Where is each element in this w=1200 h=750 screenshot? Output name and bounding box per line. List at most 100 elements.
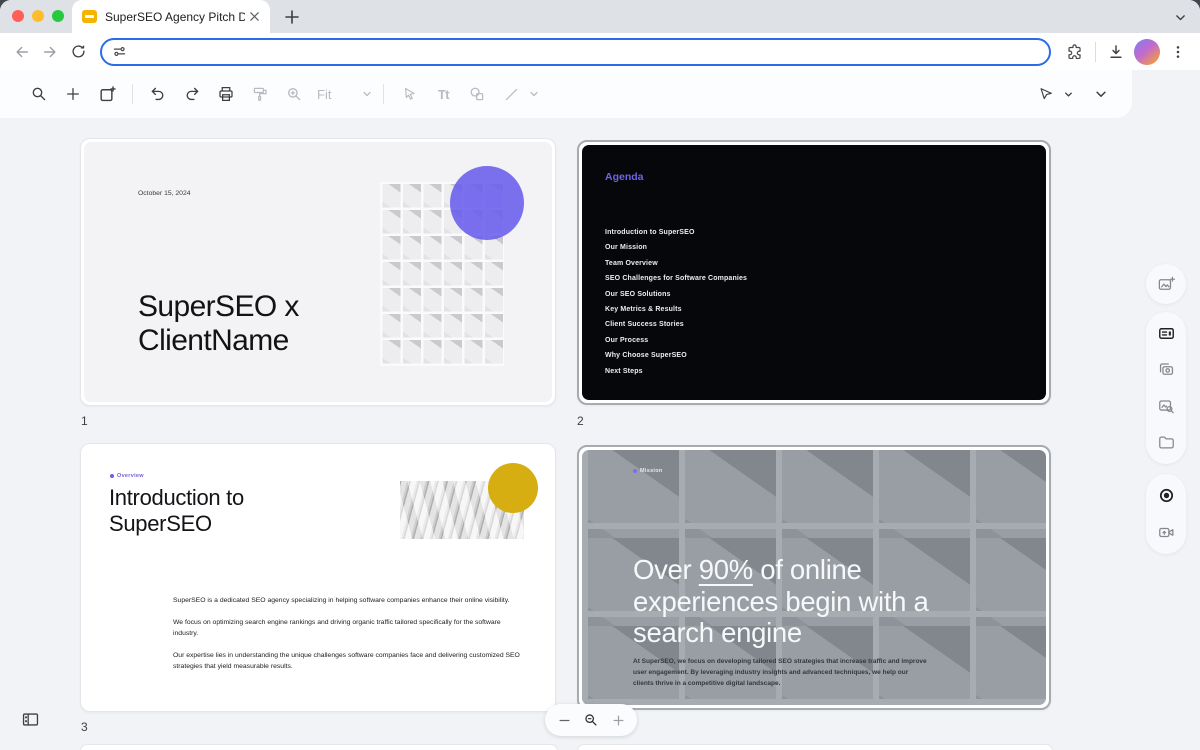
slide-3-tag: Overview (110, 473, 144, 479)
slide-3-paragraph: SuperSEO is a dedicated SEO agency speci… (173, 595, 525, 607)
slide-2: Agenda Introduction to SuperSEO Our Miss… (582, 145, 1046, 400)
tab-close-icon[interactable] (249, 11, 260, 22)
undo-icon[interactable] (145, 81, 171, 107)
slide-1-title-line2: ClientName (138, 324, 299, 358)
agenda-item: Team Overview (605, 260, 747, 275)
window-controls (12, 10, 64, 22)
rail-group-bottom (1146, 474, 1186, 554)
agenda-item: SEO Challenges for Software Companies (605, 275, 747, 290)
zoom-magnifier-icon[interactable] (583, 712, 599, 728)
address-bar[interactable] (100, 38, 1051, 66)
image-search-icon[interactable] (1151, 391, 1181, 421)
slide-thumbnail-5-partial[interactable] (80, 744, 558, 750)
toolbar-divider (383, 84, 384, 104)
page-number-1: 1 (81, 414, 88, 428)
menu-kebab-icon[interactable] (1164, 38, 1192, 66)
slide-thumbnail-2[interactable]: Agenda Introduction to SuperSEO Our Miss… (577, 140, 1051, 405)
slide-thumbnail-6-partial[interactable] (577, 744, 1053, 750)
new-tab-button[interactable] (280, 5, 304, 29)
text-tool-label: Tt (438, 87, 449, 102)
forward-button[interactable] (36, 38, 64, 66)
select-cursor-icon[interactable] (396, 81, 422, 107)
browser-tab[interactable]: SuperSEO Agency Pitch Deck (72, 0, 270, 33)
agenda-item: Why Choose SuperSEO (605, 352, 747, 367)
tag-dot-icon (633, 469, 637, 473)
slide-3-body: SuperSEO is a dedicated SEO agency speci… (173, 595, 525, 683)
zoom-window-button[interactable] (52, 10, 64, 22)
slide-1-title-line1: SuperSEO x (138, 290, 299, 324)
agenda-item: Introduction to SuperSEO (605, 229, 747, 244)
print-icon[interactable] (213, 81, 239, 107)
shapes-icon[interactable] (464, 81, 490, 107)
close-window-button[interactable] (12, 10, 24, 22)
folder-icon[interactable] (1151, 428, 1181, 458)
rail-group-top (1146, 264, 1186, 304)
toolbar-divider (132, 84, 133, 104)
thumbnail-panel-toggle-icon[interactable] (21, 711, 40, 728)
add-icon[interactable] (60, 81, 86, 107)
slide-1-title: SuperSEO x ClientName (138, 290, 299, 358)
collapse-toolbar-chevron-icon[interactable] (1088, 81, 1114, 107)
pointer-tool-icon[interactable] (1033, 81, 1059, 107)
slide-4-body: At SuperSEO, we focus on developing tail… (633, 656, 928, 689)
tune-icon[interactable] (112, 44, 127, 59)
line-tool-icon[interactable] (498, 81, 524, 107)
browser-navbar (0, 33, 1200, 70)
tab-strip: SuperSEO Agency Pitch Deck (0, 0, 1200, 33)
tab-favicon-icon (82, 10, 97, 23)
slide-thumbnail-4[interactable]: Mission Over 90% of online experiences b… (577, 445, 1051, 710)
fit-zoom-label[interactable]: Fit (317, 87, 331, 102)
slide-1-date: October 15, 2024 (138, 190, 191, 197)
slide-4: Mission Over 90% of online experiences b… (582, 450, 1046, 705)
slide-4-headline: Over 90% of online experiences begin wit… (633, 554, 988, 649)
slide-thumbnail-1[interactable]: October 15, 2024 SuperSEO x ClientName (80, 138, 556, 406)
slide-thumbnail-3[interactable]: Overview Introduction to SuperSEO SuperS… (80, 443, 556, 712)
extensions-icon[interactable] (1061, 38, 1089, 66)
fit-chevron-icon[interactable] (361, 88, 373, 100)
tag-dot-icon (110, 474, 114, 478)
agenda-item: Key Metrics & Results (605, 306, 747, 321)
zoom-out-icon[interactable] (557, 713, 572, 728)
pointer-tool-chevron-icon[interactable] (1063, 89, 1074, 100)
slide-2-agenda-list: Introduction to SuperSEO Our Mission Tea… (605, 229, 747, 383)
reload-button[interactable] (64, 38, 92, 66)
zoom-controls (545, 704, 637, 736)
zoom-in-plus-icon[interactable] (611, 713, 626, 728)
search-icon[interactable] (26, 81, 52, 107)
panel-list-icon[interactable] (1151, 318, 1181, 348)
page-number-3: 3 (81, 720, 88, 734)
slide-4-tag-label: Mission (640, 468, 663, 474)
slide-3-title-line2: SuperSEO (109, 511, 244, 537)
video-camera-icon[interactable] (1151, 517, 1181, 547)
line-tool-chevron-icon[interactable] (528, 88, 540, 100)
tab-title: SuperSEO Agency Pitch Deck (105, 10, 245, 24)
add-page-icon[interactable] (94, 81, 120, 107)
profile-avatar[interactable] (1134, 39, 1160, 65)
agenda-item: Next Steps (605, 368, 747, 383)
slide-4-tag: Mission (633, 468, 663, 474)
page-number-2: 2 (577, 414, 584, 428)
back-button[interactable] (8, 38, 36, 66)
add-image-icon[interactable] (1151, 269, 1181, 299)
navbar-divider (1095, 42, 1096, 62)
document-canvas: October 15, 2024 SuperSEO x ClientName 1… (0, 70, 1200, 750)
slide-1: October 15, 2024 SuperSEO x ClientName (84, 142, 552, 402)
paint-roller-icon[interactable] (247, 81, 273, 107)
camera-capture-icon[interactable] (1151, 355, 1181, 385)
download-icon[interactable] (1102, 38, 1130, 66)
slide-3-paragraph: We focus on optimizing search engine ran… (173, 617, 525, 640)
rail-group-middle (1146, 312, 1186, 464)
text-tool-icon[interactable]: Tt (430, 81, 456, 107)
slide-3-title-line1: Introduction to (109, 485, 244, 511)
slide-3-yellow-circle (488, 463, 538, 513)
agenda-item: Our Mission (605, 244, 747, 259)
agenda-item: Our Process (605, 337, 747, 352)
minimize-window-button[interactable] (32, 10, 44, 22)
headline-pre: Over (633, 554, 699, 585)
tab-search-chevron-icon[interactable] (1168, 5, 1192, 29)
zoom-in-icon[interactable] (281, 81, 307, 107)
agenda-item: Client Success Stories (605, 321, 747, 336)
redo-icon[interactable] (179, 81, 205, 107)
record-icon[interactable] (1151, 481, 1181, 511)
agenda-item: Our SEO Solutions (605, 291, 747, 306)
